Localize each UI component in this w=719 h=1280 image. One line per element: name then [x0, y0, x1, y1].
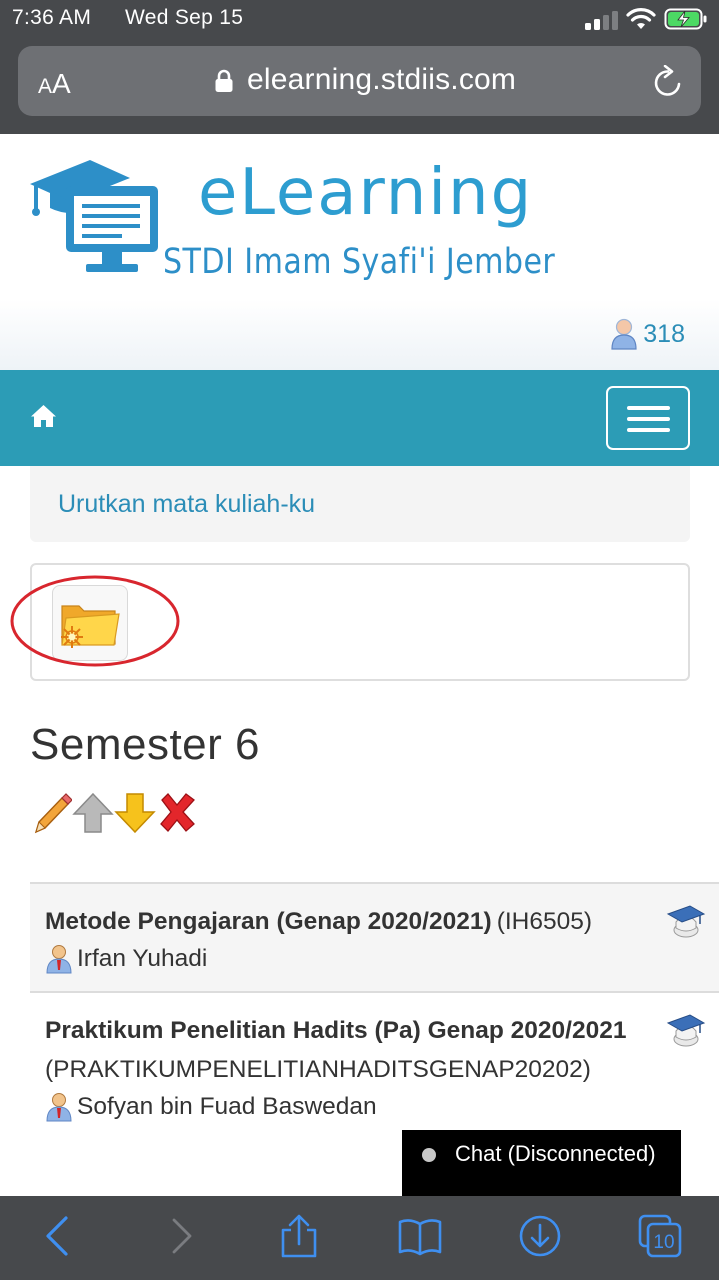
course-name-link[interactable]: Praktikum Penelitian Hadits (Pa) Genap 2…	[45, 1017, 626, 1044]
share-icon[interactable]	[277, 1214, 321, 1258]
sort-courses-box: Urutkan mata kuliah-ku	[30, 466, 690, 542]
course-teacher: Sofyan bin Fuad Baswedan	[45, 1089, 639, 1125]
move-up-arrow-icon[interactable]	[72, 790, 114, 836]
course-row[interactable]: Praktikum Penelitian Hadits (Pa) Genap 2…	[30, 991, 719, 1139]
tab-count: 10	[653, 1232, 674, 1253]
teacher-name-link[interactable]: Sofyan bin Fuad Baswedan	[77, 1093, 377, 1121]
course-teacher: Irfan Yuhadi	[45, 941, 639, 977]
self-enrolment-icon[interactable]	[666, 900, 706, 940]
elearning-logo[interactable]	[28, 152, 164, 282]
forward-chevron-icon[interactable]	[158, 1214, 202, 1258]
sort-my-courses-link[interactable]: Urutkan mata kuliah-ku	[58, 490, 315, 519]
reload-icon[interactable]	[652, 65, 684, 99]
teacher-icon	[46, 945, 72, 974]
semester-title: Semester 6	[30, 720, 260, 769]
chat-widget[interactable]: Chat (Disconnected)	[402, 1130, 681, 1196]
teacher-icon	[46, 1093, 72, 1122]
url-text[interactable]: elearning.stdiis.com	[247, 63, 516, 97]
semester-actions	[30, 790, 198, 836]
site-header: eLearning STDI Imam Syafi'i Jember 318	[0, 134, 719, 370]
online-users-count[interactable]: 318	[643, 320, 685, 349]
online-users[interactable]: 318	[611, 318, 685, 350]
status-bar: 7:36 AM Wed Sep 15	[0, 0, 719, 40]
course-list: Metode Pengajaran (Genap 2020/2021) (IH6…	[30, 882, 719, 1139]
wifi-icon	[626, 8, 656, 29]
navbar	[0, 370, 719, 466]
course-row[interactable]: Metode Pengajaran (Genap 2020/2021) (IH6…	[30, 882, 719, 991]
course-code: (PRAKTIKUMPENELITIANHADITSGENAP20202)	[45, 1056, 591, 1083]
browser-bottom-toolbar: 10	[0, 1196, 719, 1280]
move-down-arrow-icon[interactable]	[114, 790, 156, 836]
chat-status-dot	[422, 1148, 436, 1162]
address-bar[interactable]: AA elearning.stdiis.com	[18, 46, 701, 116]
brand-title[interactable]: eLearning	[198, 156, 533, 230]
browser-top-chrome: 7:36 AM Wed Sep 15 AA elearning.stdiis.c…	[0, 0, 719, 134]
tabs-icon[interactable]: 10	[638, 1214, 682, 1258]
brand-subtitle[interactable]: STDI Imam Syafi'i Jember	[163, 242, 555, 282]
self-enrolment-icon[interactable]	[666, 1009, 706, 1049]
status-date: Wed Sep 15	[125, 6, 244, 29]
cellular-signal-icon	[585, 10, 621, 30]
chat-label[interactable]: Chat (Disconnected)	[455, 1141, 656, 1167]
download-icon[interactable]	[518, 1214, 562, 1258]
teacher-name-link[interactable]: Irfan Yuhadi	[77, 945, 207, 973]
course-name-link[interactable]: Metode Pengajaran (Genap 2020/2021)	[45, 908, 492, 935]
edit-pencil-icon[interactable]	[30, 790, 72, 836]
course-code: (IH6505)	[496, 908, 593, 935]
battery-charging-icon	[664, 8, 707, 30]
text-size-button[interactable]: AA	[38, 68, 71, 100]
lock-icon	[215, 69, 233, 92]
user-icon	[611, 318, 637, 350]
home-icon[interactable]	[30, 404, 57, 428]
hamburger-menu-button[interactable]	[606, 386, 690, 450]
delete-x-icon[interactable]	[156, 790, 198, 836]
bookmarks-book-icon[interactable]	[398, 1214, 442, 1258]
back-chevron-icon[interactable]	[38, 1214, 82, 1258]
status-time: 7:36 AM	[12, 6, 92, 29]
highlight-circle	[10, 575, 180, 667]
